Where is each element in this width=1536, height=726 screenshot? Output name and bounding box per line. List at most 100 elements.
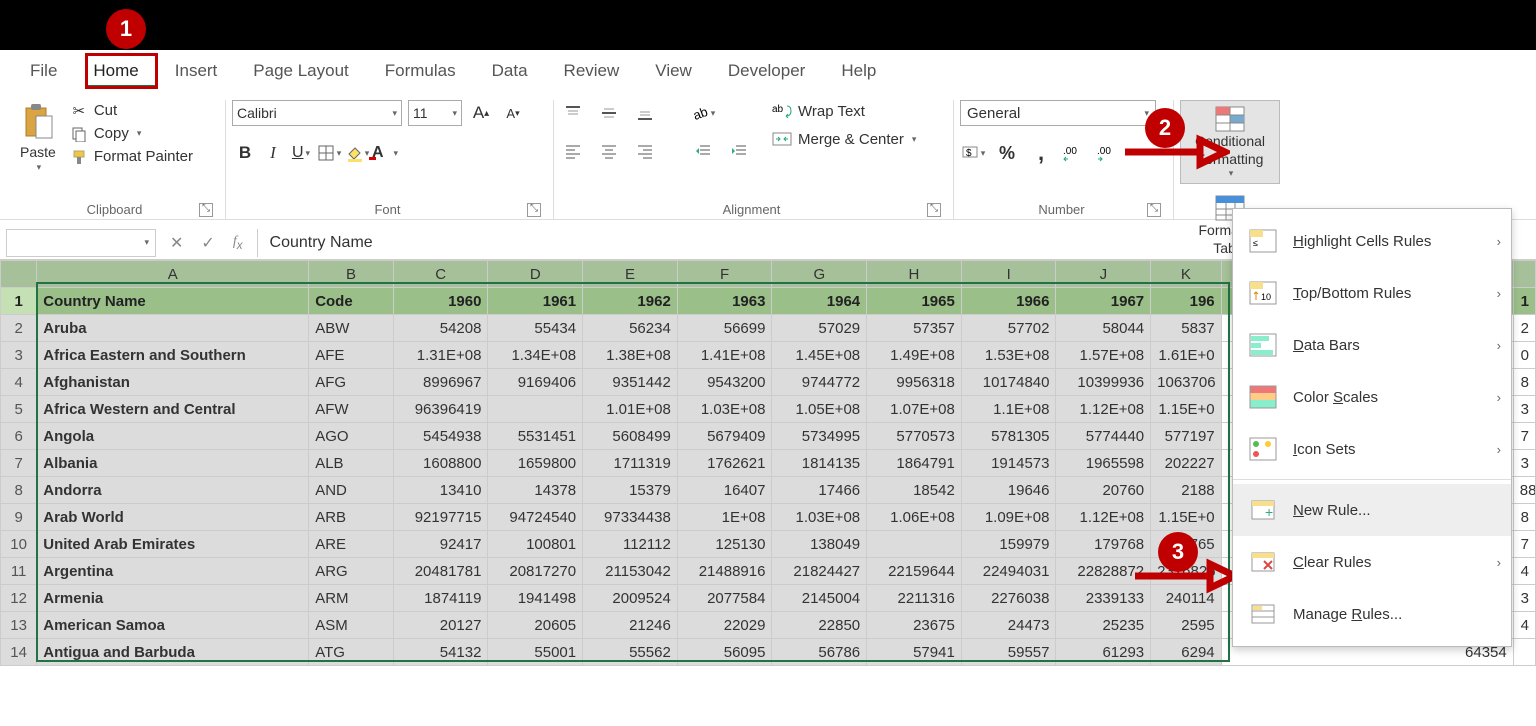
alignment-label: Alignment⤡ bbox=[560, 200, 943, 219]
color-scales-icon bbox=[1247, 383, 1279, 411]
chevron-right-icon: › bbox=[1497, 338, 1501, 353]
tab-insert[interactable]: Insert bbox=[157, 53, 236, 89]
bold-button[interactable]: B bbox=[232, 140, 258, 166]
wrap-text-button[interactable]: ab Wrap Text bbox=[772, 102, 916, 120]
callout-2: 2 bbox=[1145, 108, 1185, 148]
increase-decimal-button[interactable]: .00 bbox=[1062, 140, 1088, 166]
tab-file[interactable]: File bbox=[12, 53, 75, 89]
font-label: Font⤡ bbox=[232, 200, 543, 219]
new-rule-icon: + bbox=[1247, 496, 1279, 524]
menu-label: Manage Rules... bbox=[1293, 606, 1402, 623]
dialog-launcher-icon[interactable]: ⤡ bbox=[527, 203, 541, 217]
clipboard-label: Clipboard⤡ bbox=[14, 200, 215, 219]
svg-text:≤: ≤ bbox=[1253, 238, 1258, 248]
top-bottom-icon: 10 bbox=[1247, 279, 1279, 307]
callout-3: 3 bbox=[1158, 532, 1198, 572]
decrease-font-button[interactable]: A▾ bbox=[500, 100, 526, 126]
chevron-down-icon: ▾ bbox=[37, 162, 42, 173]
chevron-down-icon: ▾ bbox=[912, 134, 917, 145]
tab-view[interactable]: View bbox=[637, 53, 710, 89]
decrease-indent-button[interactable] bbox=[690, 138, 716, 164]
align-bottom-button[interactable] bbox=[632, 100, 658, 126]
menu-highlight-cells[interactable]: ≤ Highlight Cells Rules › bbox=[1233, 215, 1511, 267]
chevron-right-icon: › bbox=[1497, 442, 1501, 457]
menu-label: Top/Bottom Rules bbox=[1293, 285, 1411, 302]
svg-text:.00: .00 bbox=[1097, 146, 1111, 157]
menu-manage-rules[interactable]: Manage Rules... bbox=[1233, 588, 1511, 640]
font-size-select[interactable]: 11▾ bbox=[408, 100, 462, 126]
cut-button[interactable]: ✂ Cut bbox=[70, 102, 193, 119]
ribbon-tabs: File Home Insert Page Layout Formulas Da… bbox=[0, 50, 1536, 92]
svg-text:ab: ab bbox=[772, 104, 784, 115]
menu-label: Icon Sets bbox=[1293, 441, 1356, 458]
group-alignment: ab▾ ab Wrap Text Merge & bbox=[554, 100, 954, 219]
callout-1-box bbox=[85, 53, 158, 89]
group-clipboard: Paste ▾ ✂ Cut Copy ▾ Format Painter bbox=[8, 100, 226, 219]
highlight-cells-icon: ≤ bbox=[1247, 227, 1279, 255]
menu-data-bars[interactable]: Data Bars › bbox=[1233, 319, 1511, 371]
svg-text:+: + bbox=[1265, 504, 1273, 520]
svg-text:ab: ab bbox=[691, 104, 709, 122]
paintbrush-icon bbox=[70, 149, 88, 165]
font-color-button[interactable]: A▾ bbox=[372, 140, 398, 166]
align-left-button[interactable] bbox=[560, 138, 586, 164]
dialog-launcher-icon[interactable]: ⤡ bbox=[1147, 203, 1161, 217]
menu-icon-sets[interactable]: Icon Sets › bbox=[1233, 423, 1511, 475]
underline-button[interactable]: U▾ bbox=[288, 140, 314, 166]
dialog-launcher-icon[interactable]: ⤡ bbox=[199, 203, 213, 217]
tab-data[interactable]: Data bbox=[474, 53, 546, 89]
menu-top-bottom[interactable]: 10 Top/Bottom Rules › bbox=[1233, 267, 1511, 319]
menu-new-rule[interactable]: + New Rule... bbox=[1233, 484, 1511, 536]
menu-clear-rules[interactable]: Clear Rules › bbox=[1233, 536, 1511, 588]
copy-icon bbox=[70, 126, 88, 142]
align-top-button[interactable] bbox=[560, 100, 586, 126]
fill-color-button[interactable]: ▾ bbox=[344, 140, 370, 166]
data-bars-icon bbox=[1247, 331, 1279, 359]
tab-help[interactable]: Help bbox=[823, 53, 894, 89]
tab-page-layout[interactable]: Page Layout bbox=[235, 53, 366, 89]
merge-center-button[interactable]: Merge & Center ▾ bbox=[772, 130, 916, 148]
copy-button[interactable]: Copy ▾ bbox=[70, 125, 193, 142]
percent-button[interactable]: % bbox=[994, 140, 1020, 166]
paste-label: Paste bbox=[20, 144, 56, 160]
icon-sets-icon bbox=[1247, 435, 1279, 463]
fx-icon[interactable]: fx bbox=[233, 234, 243, 252]
align-right-button[interactable] bbox=[632, 138, 658, 164]
menu-color-scales[interactable]: Color Scales › bbox=[1233, 371, 1511, 423]
comma-button[interactable]: , bbox=[1028, 140, 1054, 166]
format-painter-button[interactable]: Format Painter bbox=[70, 148, 193, 165]
increase-indent-button[interactable] bbox=[726, 138, 752, 164]
painter-label: Format Painter bbox=[94, 148, 193, 165]
accounting-format-button[interactable]: $▾ bbox=[960, 140, 986, 166]
orientation-button[interactable]: ab▾ bbox=[690, 100, 716, 126]
chevron-right-icon: › bbox=[1497, 286, 1501, 301]
menu-label: Clear Rules bbox=[1293, 554, 1371, 571]
align-center-button[interactable] bbox=[596, 138, 622, 164]
align-middle-button[interactable] bbox=[596, 100, 622, 126]
svg-text:$: $ bbox=[966, 148, 972, 159]
menu-label: Color Scales bbox=[1293, 389, 1378, 406]
decrease-decimal-button[interactable]: .00 bbox=[1096, 140, 1122, 166]
italic-button[interactable]: I bbox=[260, 140, 286, 166]
paste-button[interactable]: Paste ▾ bbox=[14, 100, 62, 175]
font-name-select[interactable]: Calibri▾ bbox=[232, 100, 402, 126]
enter-icon[interactable]: ✓ bbox=[201, 233, 214, 253]
menu-label: Data Bars bbox=[1293, 337, 1360, 354]
tab-developer[interactable]: Developer bbox=[710, 53, 824, 89]
cut-label: Cut bbox=[94, 102, 117, 119]
increase-font-button[interactable]: A▴ bbox=[468, 100, 494, 126]
svg-text:10: 10 bbox=[1261, 292, 1271, 302]
clear-rules-icon bbox=[1247, 548, 1279, 576]
chevron-right-icon: › bbox=[1497, 555, 1501, 570]
wrap-text-label: Wrap Text bbox=[798, 103, 865, 120]
tab-review[interactable]: Review bbox=[546, 53, 638, 89]
dialog-launcher-icon[interactable]: ⤡ bbox=[927, 203, 941, 217]
cancel-icon[interactable]: ✕ bbox=[170, 233, 183, 253]
borders-button[interactable]: ▾ bbox=[316, 140, 342, 166]
tab-formulas[interactable]: Formulas bbox=[367, 53, 474, 89]
group-font: Calibri▾ 11▾ A▴ A▾ B I U▾ ▾ ▾ A▾ Font⤡ bbox=[226, 100, 554, 219]
black-titlebar bbox=[0, 0, 1536, 50]
number-format-select[interactable]: General▾ bbox=[960, 100, 1156, 126]
chevron-down-icon: ▾ bbox=[137, 128, 142, 139]
name-box[interactable]: ▾ bbox=[6, 229, 156, 257]
